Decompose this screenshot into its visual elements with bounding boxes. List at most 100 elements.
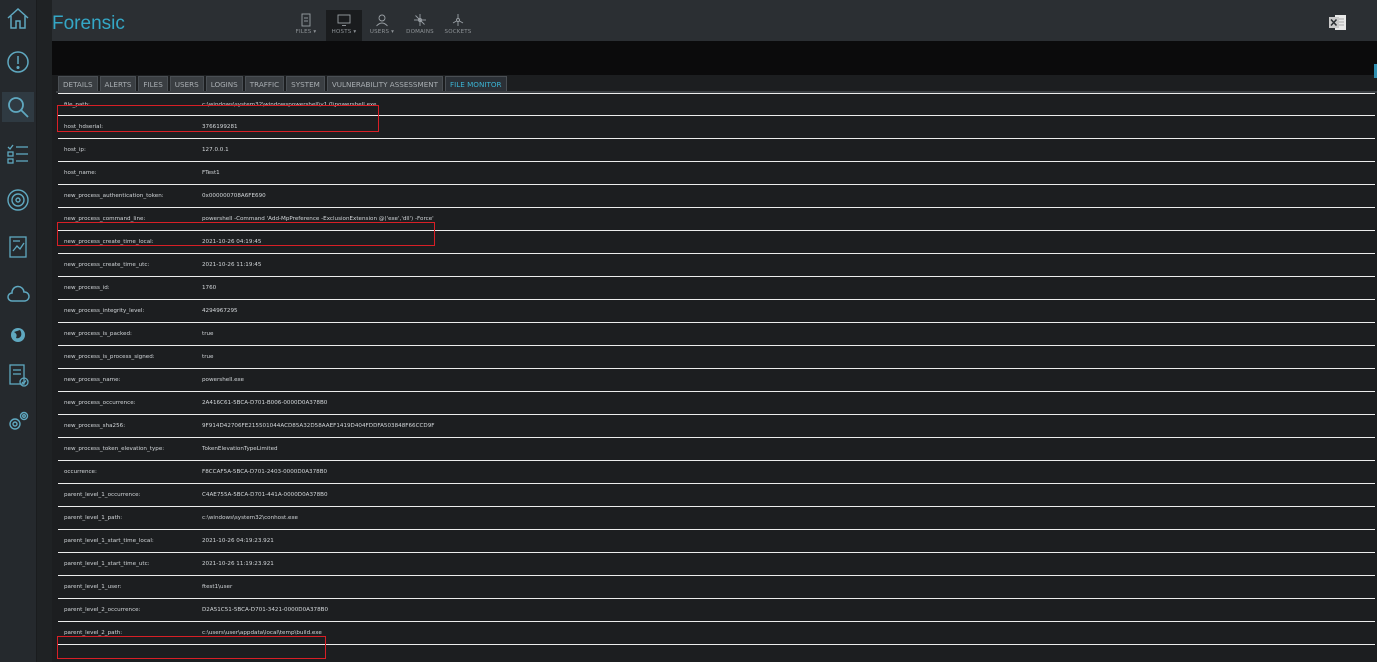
- field-value: ftest1\user: [202, 584, 233, 590]
- table-row: new_process_create_time_local: 2021-10-26…: [58, 231, 1375, 254]
- tab-details[interactable]: DETAILS: [58, 76, 98, 92]
- field-key: new_process_create_time_utc:: [64, 262, 150, 268]
- field-value: C4AE755A-5BCA-D701-441A-0000D0A378B0: [202, 492, 328, 498]
- tab-system[interactable]: SYSTEM: [286, 76, 325, 92]
- table-row: occurrence: F8CCAF5A-5BCA-D701-2403-0000D…: [58, 461, 1375, 484]
- field-key: occurrence:: [64, 469, 97, 475]
- table-row: new_process_integrity_level: 4294967295: [58, 300, 1375, 323]
- nav-domains-label: DOMAINS: [406, 29, 434, 35]
- sidebar-gutter: [37, 0, 52, 662]
- field-key: parent_level_2_path:: [64, 630, 123, 636]
- table-row: new_process_authentication_token: 0x00000…: [58, 185, 1375, 208]
- detail-tabs: DETAILS ALERTS FILES USERS LOGINS TRAFFI…: [58, 75, 509, 92]
- nav-hosts-label: HOSTS ▾: [331, 29, 357, 35]
- field-key: new_process_command_line:: [64, 216, 146, 222]
- excel-export-icon[interactable]: [1329, 14, 1347, 31]
- table-row: parent_level_1_occurrence: C4AE755A-5BCA-…: [58, 484, 1375, 507]
- home-icon[interactable]: [2, 3, 34, 33]
- field-value: F8CCAF5A-5BCA-D701-2403-0000D0A378B0: [202, 469, 328, 475]
- field-value: true: [202, 354, 214, 360]
- nav-hosts[interactable]: HOSTS ▾: [326, 10, 362, 41]
- tab-files[interactable]: FILES: [138, 76, 168, 92]
- alert-icon[interactable]: [2, 47, 34, 77]
- search-icon[interactable]: [2, 92, 34, 122]
- table-row: new_process_is_process_signed: true: [58, 346, 1375, 369]
- document-check-icon[interactable]: [2, 360, 34, 390]
- table-row: parent_level_1_path: c:\windows\system32\…: [58, 507, 1375, 530]
- table-row: parent_level_1_start_time_local: 2021-10-…: [58, 530, 1375, 553]
- tab-logins[interactable]: LOGINS: [205, 76, 243, 92]
- field-value: 2021-10-26 04:19:23.921: [202, 538, 274, 544]
- field-value: 2021-10-26 04:19:45: [202, 239, 262, 245]
- table-row: new_process_command_line: powershell -Com…: [58, 208, 1375, 231]
- app-title: Forensic: [52, 13, 125, 34]
- field-value: 0x000000708A6FE690: [202, 193, 266, 199]
- field-value: TokenElevationTypeLimited: [202, 446, 278, 452]
- table-row: parent_level_1_user: ftest1\user: [58, 576, 1375, 599]
- file-monitor-table: file_path: c:\windows\system32\windowspow…: [58, 93, 1375, 645]
- tab-file-monitor[interactable]: FILE MONITOR: [445, 76, 507, 92]
- radar-icon[interactable]: [2, 185, 34, 215]
- field-key: parent_level_1_start_time_local:: [64, 538, 154, 544]
- field-key: host_hdserial:: [64, 124, 104, 130]
- table-row: parent_level_1_start_time_utc: 2021-10-26…: [58, 553, 1375, 576]
- table-row: parent_level_2_path: c:\users\user\appdat…: [58, 622, 1375, 645]
- tab-traffic[interactable]: TRAFFIC: [244, 76, 285, 92]
- field-key: parent_level_1_start_time_utc:: [64, 561, 150, 567]
- field-value: 2021-10-26 11:19:45: [202, 262, 262, 268]
- table-row: parent_level_2_occurrence: D2A51C51-5BCA-…: [58, 599, 1375, 622]
- report-icon[interactable]: [2, 232, 34, 262]
- table-row: new_process_is_packed: true: [58, 323, 1375, 346]
- field-value: powershell.exe: [202, 377, 244, 383]
- field-value: powershell -Command 'Add-MpPreference -E…: [202, 216, 434, 222]
- field-key: parent_level_2_occurrence:: [64, 607, 141, 613]
- monitor-icon: [337, 14, 351, 26]
- field-key: new_process_token_elevation_type:: [64, 446, 165, 452]
- tab-vulnerability-assessment[interactable]: VULNERABILITY ASSESSMENT: [326, 76, 444, 92]
- table-row: new_process_create_time_utc: 2021-10-26 1…: [58, 254, 1375, 277]
- field-value: 9F914D42706FE215501044ACD85A32D58AAEF141…: [202, 423, 435, 429]
- field-key: host_ip:: [64, 147, 86, 153]
- settings-icon[interactable]: [2, 406, 34, 436]
- socket-icon: [452, 14, 464, 26]
- table-row: new_process_name: powershell.exe: [58, 369, 1375, 392]
- nav-domains[interactable]: DOMAINS: [402, 10, 438, 41]
- nav-users-label: USERS ▾: [369, 29, 395, 35]
- nav-sockets-label: SOCKETS: [444, 29, 472, 35]
- table-row: host_hdserial: 3766199281: [58, 116, 1375, 139]
- table-row: host_ip: 127.0.0.1: [58, 139, 1375, 162]
- field-value: FTest1: [202, 170, 220, 176]
- field-key: new_process_id:: [64, 285, 110, 291]
- field-key: host_name:: [64, 170, 97, 176]
- field-value: 2021-10-26 11:19:23.921: [202, 561, 274, 567]
- field-value: 2A416C61-5BCA-D701-B006-0000D0A378B0: [202, 400, 328, 406]
- checklist-icon[interactable]: [2, 139, 34, 169]
- field-key: new_process_name:: [64, 377, 121, 383]
- field-key: new_process_is_process_signed:: [64, 354, 155, 360]
- nav-files[interactable]: FILES ▾: [288, 10, 324, 41]
- field-key: new_process_authentication_token:: [64, 193, 164, 199]
- nav-sockets[interactable]: SOCKETS: [440, 10, 476, 41]
- field-value: D2A51C51-5BCA-D701-3421-0000D0A378B0: [202, 607, 329, 613]
- tab-users[interactable]: USERS: [169, 76, 204, 92]
- field-key: new_process_create_time_local:: [64, 239, 154, 245]
- tab-alerts[interactable]: ALERTS: [99, 76, 137, 92]
- nav-users[interactable]: USERS ▾: [364, 10, 400, 41]
- field-value: 4294967295: [202, 308, 238, 314]
- globe-icon[interactable]: [2, 320, 34, 350]
- field-key: new_process_occurrence:: [64, 400, 136, 406]
- field-key: new_process_integrity_level:: [64, 308, 145, 314]
- table-row: new_process_occurrence: 2A416C61-5BCA-D70…: [58, 392, 1375, 415]
- cloud-icon[interactable]: [2, 279, 34, 309]
- table-row: new_process_token_elevation_type: TokenEl…: [58, 438, 1375, 461]
- file-icon: [301, 13, 311, 27]
- field-key: parent_level_1_user:: [64, 584, 122, 590]
- top-header: Forensic FILES ▾ HOSTS ▾ USERS ▾ DOMAINS…: [52, 0, 1377, 41]
- field-value: true: [202, 331, 214, 337]
- field-value: c:\windows\system32\windowspowershell\v1…: [202, 102, 377, 108]
- field-value: c:\users\user\appdata\local\temp\build.e…: [202, 630, 322, 636]
- table-row: new_process_sha256: 9F914D42706FE21550104…: [58, 415, 1375, 438]
- field-key: parent_level_1_occurrence:: [64, 492, 141, 498]
- toolbar-strip: [52, 41, 1377, 75]
- table-row: file_path: c:\windows\system32\windowspow…: [58, 93, 1375, 116]
